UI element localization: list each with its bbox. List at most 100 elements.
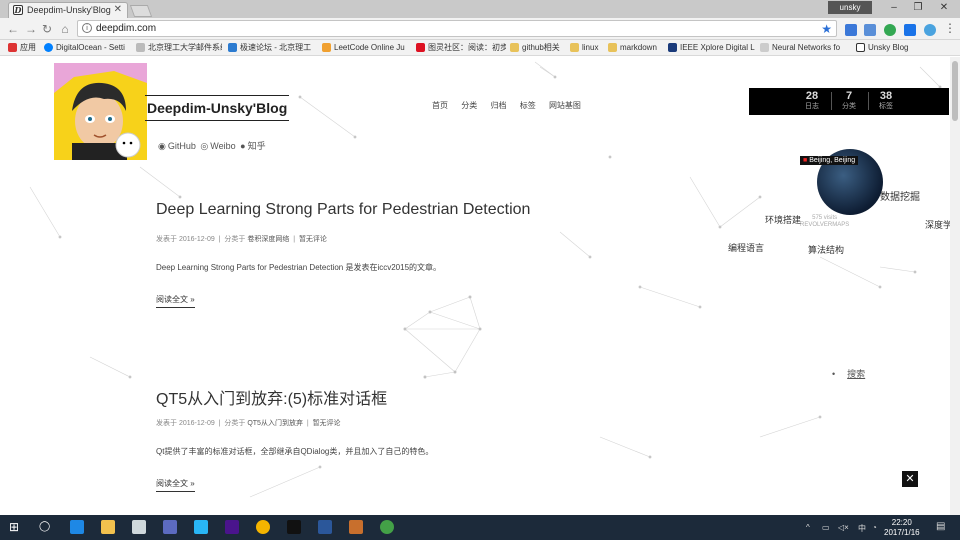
bookmark-star-icon[interactable]: ★ (821, 21, 832, 37)
input-method-icon[interactable]: 中 (858, 523, 866, 534)
nav-item-archives[interactable]: 归档 (490, 101, 506, 110)
wifi-icon[interactable]: ◔ (872, 523, 877, 532)
app-icon[interactable] (380, 520, 394, 534)
maximize-icon[interactable]: ❐ (906, 2, 930, 13)
bullet-icon: • (832, 369, 836, 379)
tag-cloud-item[interactable]: 数据挖掘 (880, 188, 920, 203)
page-icon (136, 43, 145, 52)
notifications-icon[interactable]: ▤ (936, 521, 945, 532)
browser-toolbar: ← → ↻ ⌂ i deepdim.com ★ ⋮ (0, 18, 960, 40)
app-icon[interactable] (287, 520, 301, 534)
tag-cloud-item[interactable]: 算法结构 (808, 243, 844, 256)
forward-icon[interactable]: → (24, 22, 38, 36)
address-bar[interactable]: i deepdim.com ★ (77, 20, 837, 37)
browser-tab[interactable]: D Deepdim-Unsky'Blog ✕ (8, 2, 128, 18)
word-icon[interactable] (318, 520, 332, 534)
zhihu-link[interactable]: 知乎 (248, 141, 266, 151)
file-explorer-icon[interactable] (101, 520, 115, 534)
network-icon[interactable]: ▭ (822, 523, 830, 532)
bookmarks-bar: 应用 DigitalOcean - Setti 北京理工大学邮件系统 极速论坛 … (0, 40, 960, 56)
nav-item-sitemap[interactable]: 网站基图 (549, 101, 581, 110)
taskbar-clock[interactable]: 22:20 2017/1/16 (884, 518, 920, 538)
nav-item-categories[interactable]: 分类 (461, 101, 477, 110)
volume-icon[interactable]: ◁× (838, 523, 849, 532)
folder-icon (608, 43, 617, 52)
app-icon[interactable] (225, 520, 239, 534)
browser-tab-strip: D Deepdim-Unsky'Blog ✕ unsky – ❐ ✕ (0, 0, 960, 18)
minimize-icon[interactable]: – (882, 2, 906, 13)
bookmark-folder[interactable]: linux (570, 42, 612, 54)
extension-icon[interactable] (904, 24, 916, 36)
window-close-icon[interactable]: ✕ (932, 2, 956, 13)
scrollbar-thumb[interactable] (952, 61, 958, 121)
close-icon[interactable]: ✕ (902, 471, 918, 487)
search-link[interactable]: 搜索 (847, 369, 865, 379)
ieee-icon (668, 43, 677, 52)
nav-item-tags[interactable]: 标签 (520, 101, 536, 110)
new-tab-button[interactable] (129, 5, 153, 17)
post-comments-link[interactable]: 暂无评论 (313, 420, 341, 427)
site-title[interactable]: Deepdim-Unsky'Blog (145, 95, 290, 121)
extension-icon[interactable] (845, 24, 857, 36)
tag-cloud-item[interactable]: 环境搭建 (765, 213, 801, 226)
stat-posts[interactable]: 28 日志 (797, 90, 827, 111)
read-more-link[interactable]: 阅读全文 » (156, 294, 195, 308)
page-scrollbar[interactable] (950, 57, 960, 515)
bookmark-item[interactable]: LeetCode Online Ju (322, 42, 408, 54)
back-icon[interactable]: ← (6, 22, 20, 36)
folder-icon (570, 43, 579, 52)
avatar[interactable] (54, 63, 147, 160)
browser-menu-icon[interactable]: ⋮ (944, 22, 956, 34)
chrome-icon[interactable] (256, 520, 270, 534)
post-meta: 发表于 2016-12-09 | 分类于 QT5从入门到放弃 | 暂无评论 (156, 420, 341, 427)
nav-item-home[interactable]: 首页 (432, 101, 448, 110)
app-icon[interactable] (163, 520, 177, 534)
bookmark-item[interactable]: 应用 (8, 42, 38, 54)
tag-cloud-item[interactable]: 深度学 (925, 218, 950, 231)
site-stats-panel: 28 日志 7 分类 38 标签 (749, 88, 949, 115)
tab-close-icon[interactable]: ✕ (114, 3, 122, 17)
post-comments-link[interactable]: 暂无评论 (299, 236, 327, 243)
read-more-link[interactable]: 阅读全文 » (156, 478, 195, 492)
windows-start-icon[interactable]: ⊞ (9, 520, 23, 534)
bookmark-item[interactable]: IEEE Xplore Digital L (668, 42, 768, 54)
bookmark-folder[interactable]: github相关 (510, 42, 570, 54)
app-icon[interactable] (349, 520, 363, 534)
bookmark-item[interactable]: Neural Networks fo (760, 42, 852, 54)
bookmark-item[interactable]: DigitalOcean - Setti (44, 42, 126, 54)
leetcode-icon (322, 43, 331, 52)
site-nav: 首页 分类 归档 标签 网站基图 (432, 100, 592, 111)
stat-categories[interactable]: 7 分类 (834, 90, 864, 111)
weibo-link[interactable]: Weibo (210, 141, 235, 151)
store-icon[interactable] (132, 520, 146, 534)
post-meta: 发表于 2016-12-09 | 分类于 卷积深度网络 | 暂无评论 (156, 236, 327, 243)
tag-cloud-item[interactable]: 编程语言 (728, 241, 764, 254)
translate-icon[interactable] (864, 24, 876, 36)
bookmark-item[interactable]: Unsky Blog (856, 42, 926, 54)
bookmark-item[interactable]: 图灵社区：阅读：初步 (416, 42, 506, 54)
grammarly-icon[interactable] (884, 24, 896, 36)
post-title[interactable]: QT5从入门到放弃:(5)标准对话框 (156, 385, 387, 409)
profile-badge[interactable]: unsky (828, 1, 872, 14)
post-category-link[interactable]: QT5从入门到放弃 (247, 420, 303, 427)
bookmark-item[interactable]: 极速论坛 - 北京理工 (228, 42, 314, 54)
weibo-icon: ◎ (200, 141, 209, 151)
post-title[interactable]: Deep Learning Strong Parts for Pedestria… (156, 201, 530, 219)
github-icon: ◉ (158, 141, 166, 151)
bookmark-item[interactable]: 北京理工大学邮件系统 (136, 42, 222, 54)
digitalocean-icon (44, 43, 53, 52)
sidebar-search: • 搜索 (832, 367, 865, 380)
reload-icon[interactable]: ↻ (40, 22, 54, 36)
edge-icon[interactable] (70, 520, 84, 534)
qq-icon[interactable] (194, 520, 208, 534)
github-link[interactable]: GitHub (168, 141, 196, 151)
stat-tags[interactable]: 38 标签 (871, 90, 901, 111)
tray-up-arrow-icon[interactable]: ^ (806, 523, 810, 532)
post-category-link[interactable]: 卷积深度网络 (247, 236, 289, 243)
info-icon[interactable]: i (82, 23, 92, 33)
social-links: ◉ GitHub ◎ Weibo ● 知乎 (158, 139, 268, 152)
home-icon[interactable]: ⌂ (58, 22, 72, 36)
extension-icon[interactable] (924, 24, 936, 36)
bookmark-folder[interactable]: markdown (608, 42, 666, 54)
cortana-icon[interactable]: ◯ (39, 520, 53, 534)
